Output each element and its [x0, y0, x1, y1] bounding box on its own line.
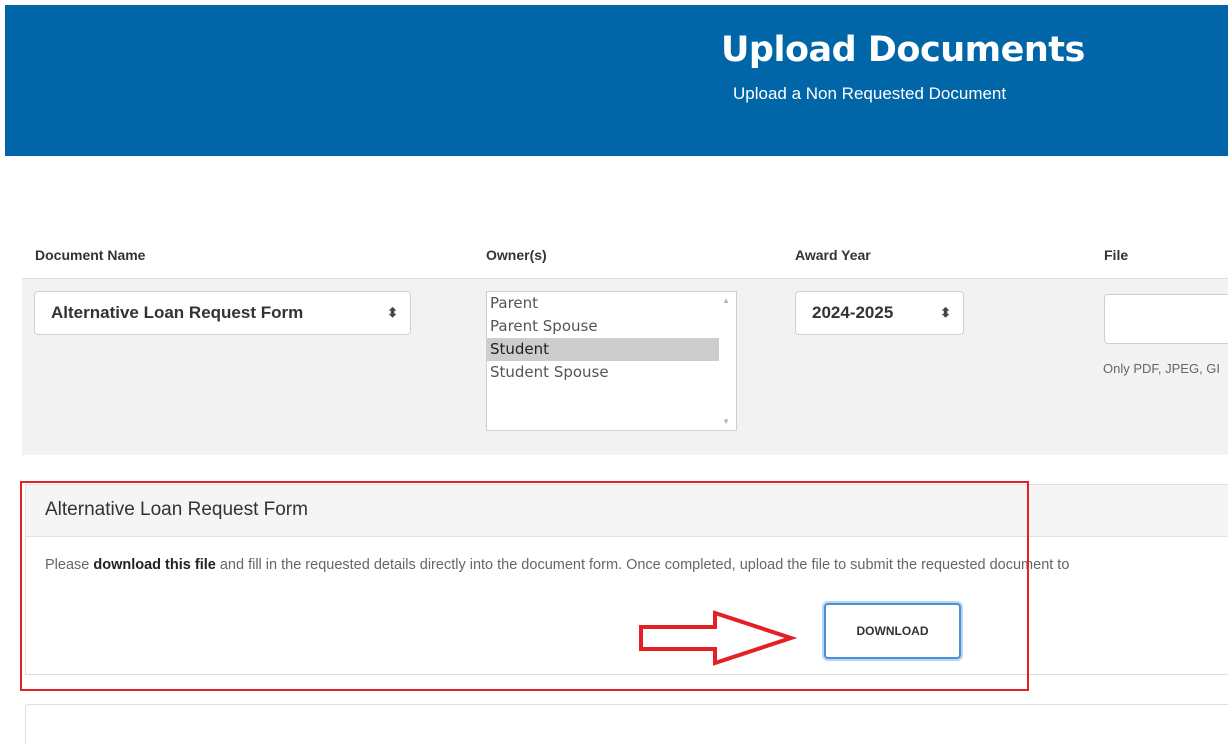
- scroll-up-icon[interactable]: ▲: [722, 296, 730, 305]
- panel-title: Alternative Loan Request Form: [45, 499, 308, 520]
- award-year-value: 2024-2025: [812, 303, 894, 322]
- page-title: Upload Documents: [721, 30, 1085, 70]
- up-down-arrows-icon: ⬍: [940, 305, 951, 320]
- owner-option-student-spouse[interactable]: Student Spouse: [487, 361, 736, 384]
- instructions-text-after: and fill in the requested details direct…: [215, 557, 1070, 573]
- panel-instructions: Please download this file and fill in th…: [45, 557, 1069, 573]
- up-down-arrows-icon: ⬍: [387, 305, 398, 320]
- file-hint: Only PDF, JPEG, GI: [1103, 361, 1221, 376]
- document-name-header: Document Name: [35, 247, 146, 263]
- page-subtitle: Upload a Non Requested Document: [733, 84, 1007, 103]
- download-button[interactable]: DOWNLOAD: [824, 603, 961, 659]
- download-file-link[interactable]: download this file: [93, 557, 215, 573]
- header-banner: Upload Documents Upload a Non Requested …: [5, 5, 1228, 156]
- document-panel: Alternative Loan Request Form Please dow…: [25, 484, 1228, 675]
- file-header: File: [1104, 247, 1129, 263]
- owner-option-parent[interactable]: Parent: [487, 292, 736, 315]
- award-year-header: Award Year: [795, 247, 871, 263]
- scroll-down-icon[interactable]: ▼: [722, 417, 730, 426]
- owner-option-student[interactable]: Student: [487, 338, 719, 361]
- document-name-value: Alternative Loan Request Form: [51, 303, 304, 322]
- panel-header: Alternative Loan Request Form: [26, 485, 1228, 537]
- next-panel: [25, 704, 1228, 744]
- owners-listbox[interactable]: Parent Parent Spouse Student Student Spo…: [486, 291, 737, 431]
- owners-header: Owner(s): [486, 247, 547, 263]
- owner-option-parent-spouse[interactable]: Parent Spouse: [487, 315, 736, 338]
- right-arrow-icon: [639, 610, 798, 666]
- document-name-select[interactable]: Alternative Loan Request Form ⬍: [34, 291, 411, 335]
- file-input[interactable]: [1104, 294, 1228, 344]
- award-year-select[interactable]: 2024-2025 ⬍: [795, 291, 964, 335]
- instructions-text-before: Please: [45, 557, 94, 573]
